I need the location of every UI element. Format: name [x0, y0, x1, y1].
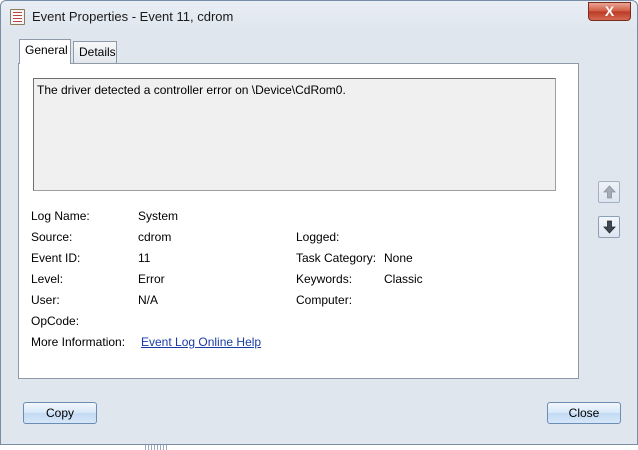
keywords-value[interactable]: Classic	[384, 272, 423, 286]
log-name-label: Log Name:	[31, 209, 90, 223]
more-information-label: More Information:	[31, 335, 126, 349]
task-category-value[interactable]: None	[384, 251, 413, 265]
background-strip	[0, 445, 638, 450]
source-value[interactable]: cdrom	[138, 230, 171, 244]
event-log-online-help-link[interactable]: Event Log Online Help	[141, 335, 261, 349]
user-value[interactable]: N/A	[138, 293, 158, 307]
source-label: Source:	[31, 230, 73, 244]
event-viewer-icon	[10, 9, 25, 25]
event-id-label: Event ID:	[31, 251, 81, 265]
event-id-value[interactable]: 11	[138, 251, 150, 265]
window-title: Event Properties - Event 11, cdrom	[32, 9, 234, 24]
tab-general[interactable]: General	[19, 39, 71, 64]
background-artifact	[145, 445, 167, 450]
computer-label: Computer:	[296, 293, 353, 307]
copy-button[interactable]: Copy	[23, 402, 97, 424]
arrow-down-icon	[603, 220, 616, 234]
window-close-button[interactable]: X	[588, 2, 631, 21]
close-icon: X	[604, 3, 615, 19]
arrow-up-icon	[603, 185, 616, 199]
event-properties-window: Event Properties - Event 11, cdrom X Gen…	[0, 0, 638, 445]
next-event-button[interactable]	[598, 216, 620, 238]
close-button[interactable]: Close	[547, 402, 621, 424]
logged-label: Logged:	[296, 230, 340, 244]
previous-event-button[interactable]	[598, 181, 620, 203]
task-category-label: Task Category:	[296, 251, 377, 265]
log-name-value[interactable]: System	[138, 209, 178, 223]
tab-details[interactable]: Details	[73, 41, 117, 63]
title-bar[interactable]: Event Properties - Event 11, cdrom X	[1, 1, 637, 31]
user-label: User:	[31, 293, 60, 307]
level-value[interactable]: Error	[138, 272, 165, 286]
keywords-label: Keywords:	[296, 272, 353, 286]
level-label: Level:	[31, 272, 64, 286]
event-description[interactable]: The driver detected a controller error o…	[33, 78, 556, 191]
opcode-label: OpCode:	[31, 314, 80, 328]
